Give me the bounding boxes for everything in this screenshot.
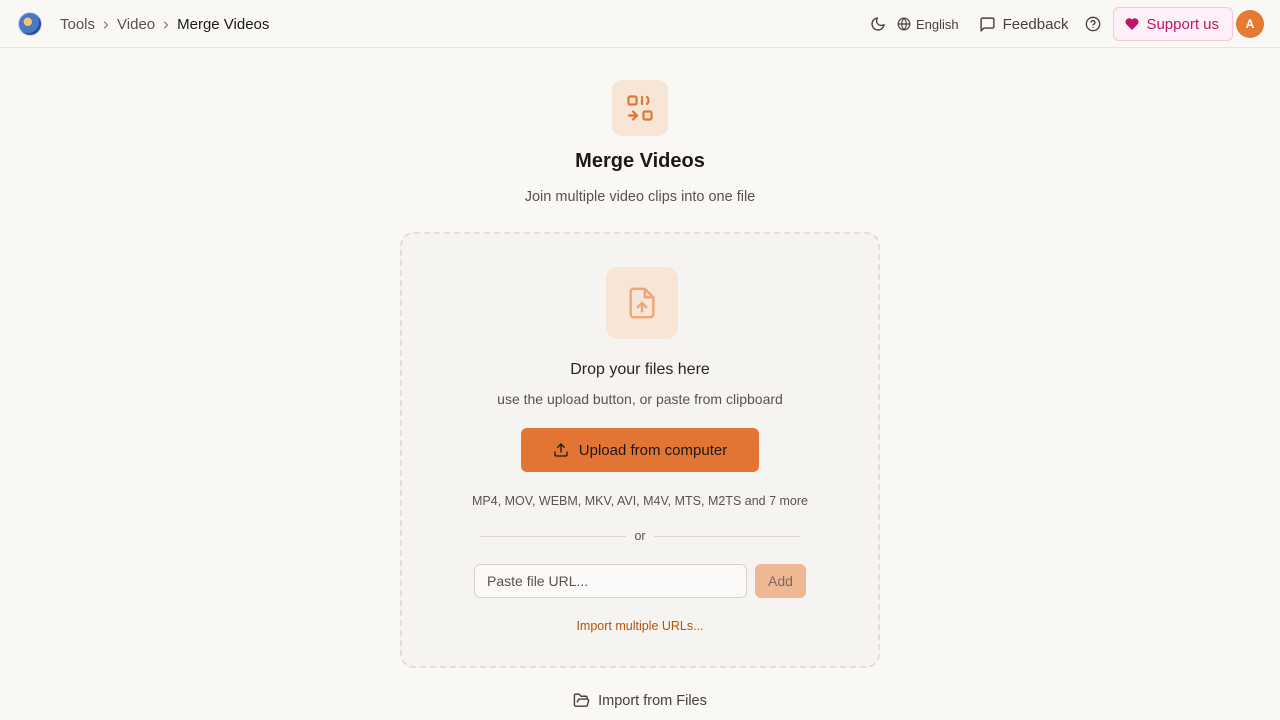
header-actions: English Feedback Support us A xyxy=(862,7,1264,41)
merge-icon xyxy=(612,80,668,136)
heart-icon xyxy=(1125,18,1139,31)
import-from-files: Import from Files xyxy=(0,692,1280,709)
breadcrumb: Tools Video Merge Videos xyxy=(60,15,269,33)
upload-icon xyxy=(554,443,568,457)
support-us-button[interactable]: Support us xyxy=(1113,7,1233,41)
page-title: Merge Videos xyxy=(575,150,705,172)
upload-from-computer-button[interactable]: Upload from computer xyxy=(521,428,759,472)
breadcrumb-video[interactable]: Video xyxy=(117,16,155,33)
import-from-files-label: Import from Files xyxy=(598,692,707,709)
support-label: Support us xyxy=(1146,15,1219,33)
moon-icon xyxy=(871,17,885,31)
theme-toggle-button[interactable] xyxy=(862,8,894,40)
divider-or: or xyxy=(634,529,646,543)
drop-title: Drop your files here xyxy=(570,361,710,378)
divider-right xyxy=(654,536,800,537)
feedback-label: Feedback xyxy=(1002,15,1069,33)
folder-open-icon xyxy=(573,693,590,707)
import-multiple-urls-link[interactable]: Import multiple URLs... xyxy=(402,619,878,633)
import-from-files-button[interactable]: Import from Files xyxy=(573,692,707,709)
chevron-right-icon xyxy=(155,16,177,32)
top-bar: Tools Video Merge Videos English Feedbac… xyxy=(0,0,1280,48)
message-square-icon xyxy=(979,16,995,32)
help-circle-icon xyxy=(1086,16,1101,32)
feedback-button[interactable]: Feedback xyxy=(979,15,1069,33)
breadcrumb-tools[interactable]: Tools xyxy=(60,16,95,33)
avatar[interactable]: A xyxy=(1236,10,1264,38)
add-url-button[interactable]: Add xyxy=(755,564,806,598)
page-subtitle: Join multiple video clips into one file xyxy=(524,189,756,205)
language-label: English xyxy=(915,16,959,32)
file-url-input[interactable] xyxy=(474,564,747,598)
file-drop-zone[interactable]: Drop your files here use the upload butt… xyxy=(400,232,880,668)
help-button[interactable] xyxy=(1077,8,1109,40)
upload-label: Upload from computer xyxy=(578,441,728,459)
language-selector[interactable]: English xyxy=(897,17,959,32)
app-logo-icon[interactable] xyxy=(18,12,42,36)
supported-formats: MP4, MOV, WEBM, MKV, AVI, M4V, MTS, M2TS… xyxy=(472,494,808,508)
globe-icon xyxy=(897,17,911,31)
file-upload-icon xyxy=(606,267,678,339)
chevron-right-icon xyxy=(95,16,117,32)
breadcrumb-current: Merge Videos xyxy=(177,15,270,33)
drop-subtitle: use the upload button, or paste from cli… xyxy=(497,391,783,407)
